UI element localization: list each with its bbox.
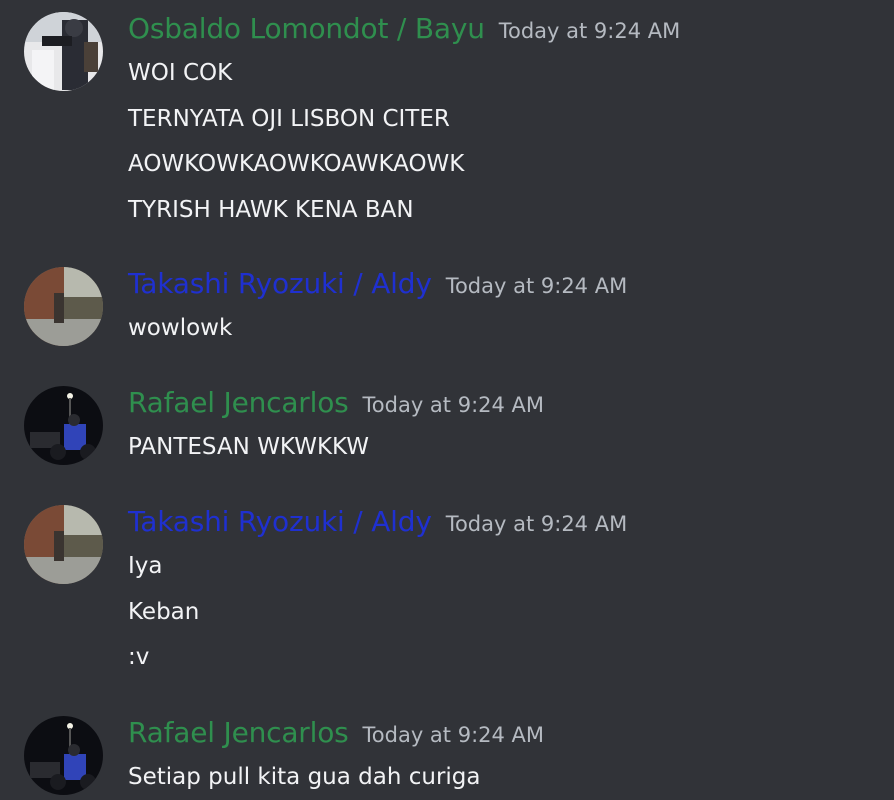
avatar[interactable] [24, 12, 103, 91]
message-text: TYRISH HAWK KENA BAN [128, 197, 414, 223]
username[interactable]: Rafael Jencarlos [128, 386, 349, 419]
message-header: Rafael Jencarlos Today at 9:24 AM [128, 386, 544, 430]
message-header: Rafael Jencarlos Today at 9:24 AM [128, 716, 544, 760]
message-text: AOWKOWKAOWKOAWKAOWK [128, 151, 465, 177]
timestamp: Today at 9:24 AM [362, 723, 545, 747]
username[interactable]: Osbaldo Lomondot / Bayu [128, 12, 485, 45]
avatar[interactable] [24, 267, 103, 346]
avatar[interactable] [24, 505, 103, 584]
message-feed: Osbaldo Lomondot / Bayu Today at 9:24 AM … [0, 0, 894, 800]
message-text: WOI COK [128, 60, 233, 86]
avatar[interactable] [24, 716, 103, 795]
timestamp: Today at 9:24 AM [362, 393, 545, 417]
avatar[interactable] [24, 386, 103, 465]
message-text: Setiap pull kita gua dah curiga [128, 764, 481, 790]
message-header: Takashi Ryozuki / Aldy Today at 9:24 AM [128, 267, 627, 311]
timestamp: Today at 9:24 AM [498, 19, 681, 43]
message-text: :v [128, 644, 150, 670]
username[interactable]: Rafael Jencarlos [128, 716, 349, 749]
message-text: Iya [128, 553, 163, 579]
message-text: wowlowk [128, 315, 233, 341]
message-text: TERNYATA OJI LISBON CITER [128, 106, 450, 132]
username[interactable]: Takashi Ryozuki / Aldy [128, 505, 432, 538]
timestamp: Today at 9:24 AM [445, 274, 628, 298]
message-header: Osbaldo Lomondot / Bayu Today at 9:24 AM [128, 12, 680, 56]
message-text: Keban [128, 599, 200, 625]
message-text: PANTESAN WKWKKW [128, 434, 370, 460]
username[interactable]: Takashi Ryozuki / Aldy [128, 267, 432, 300]
timestamp: Today at 9:24 AM [445, 512, 628, 536]
message-header: Takashi Ryozuki / Aldy Today at 9:24 AM [128, 505, 627, 549]
